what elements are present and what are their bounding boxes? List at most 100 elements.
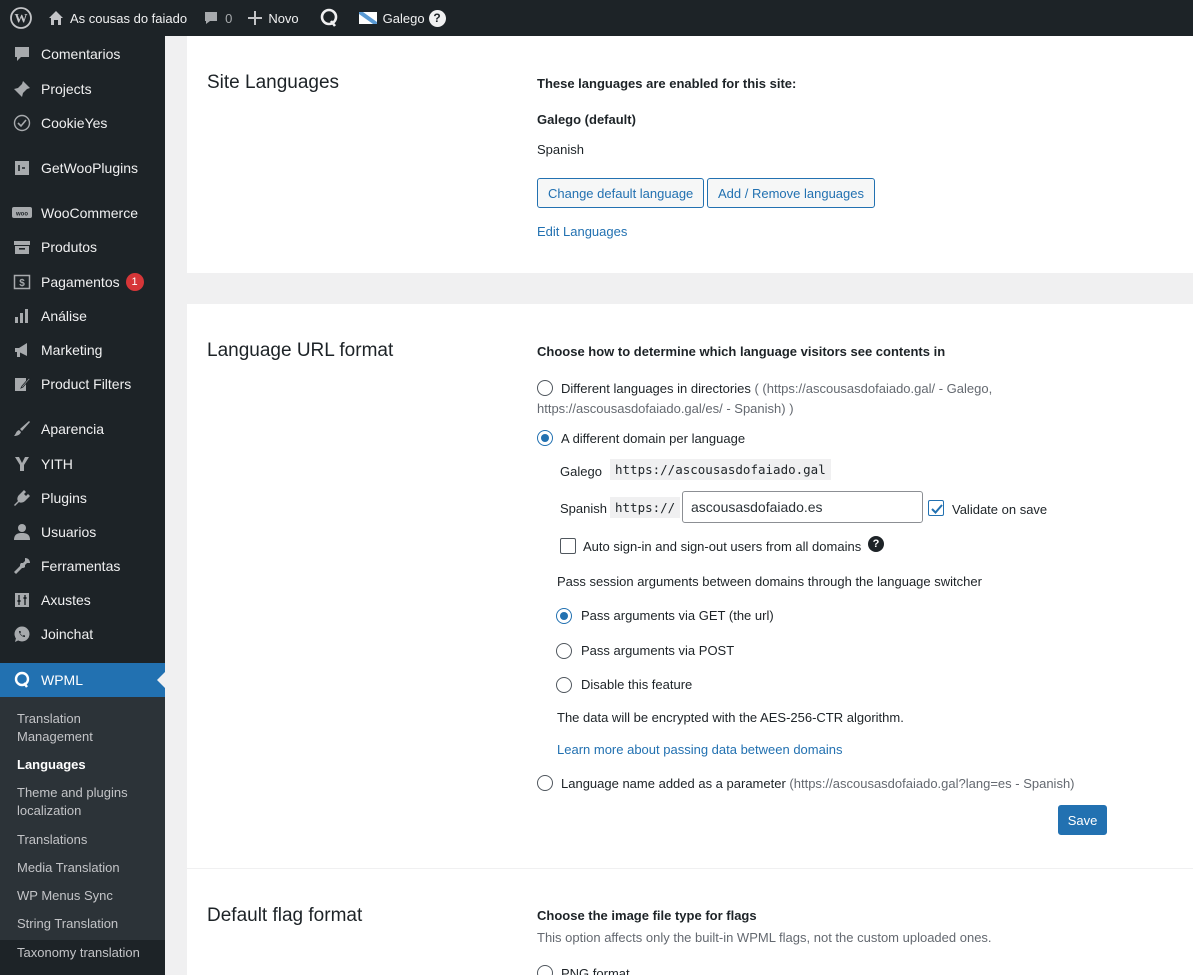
submenu-theme-plugins-localization[interactable]: Theme and plugins localization: [17, 784, 157, 820]
menu-label: Aparencia: [41, 421, 105, 437]
language-label: Galego: [382, 10, 425, 26]
menu-plugins[interactable]: Plugins: [0, 481, 165, 515]
flag-format-note: This option affects only the built-in WP…: [537, 930, 992, 945]
language-switcher[interactable]: Galego ?: [351, 0, 454, 36]
submenu-taxonomy-translation[interactable]: Taxonomy translation: [17, 944, 157, 962]
wpml-icon: [12, 670, 32, 690]
pin-icon: [12, 79, 32, 99]
menu-aparencia[interactable]: Aparencia: [0, 412, 165, 446]
menu-projects[interactable]: Projects: [0, 72, 165, 106]
radio-disable-feature[interactable]: [556, 677, 572, 693]
site-languages-panel: Site Languages These languages are enabl…: [187, 36, 1193, 273]
auto-signin-checkbox[interactable]: [560, 538, 576, 554]
change-default-language-button[interactable]: Change default language: [537, 178, 705, 208]
menu-label: Análise: [41, 308, 87, 324]
menu-analise[interactable]: Análise: [0, 299, 165, 333]
other-language: Spanish: [537, 142, 584, 157]
menu-label: YITH: [41, 456, 73, 472]
whatsapp-icon: [12, 624, 32, 644]
add-remove-languages-button[interactable]: Add / Remove languages: [707, 178, 875, 208]
submenu-string-translation[interactable]: String Translation: [17, 915, 157, 933]
enabled-languages-intro: These languages are enabled for this sit…: [537, 76, 797, 91]
url-format-intro: Choose how to determine which language v…: [537, 344, 946, 359]
submenu-media-translation[interactable]: Media Translation: [17, 859, 157, 877]
menu-woocommerce[interactable]: woo WooCommerce: [0, 196, 165, 230]
help-icon[interactable]: ?: [428, 9, 446, 27]
parameter-label: Language name added as a parameter: [561, 776, 786, 791]
menu-label: Projects: [41, 81, 92, 97]
menu-comentarios[interactable]: Comentarios: [0, 37, 165, 71]
validate-on-save-checkbox[interactable]: [928, 500, 944, 516]
menu-label: Joinchat: [41, 626, 94, 642]
submenu-languages[interactable]: Languages: [17, 756, 157, 774]
menu-marketing[interactable]: Marketing: [0, 333, 165, 367]
default-flag-format-panel: Default flag format Choose the image fil…: [187, 869, 1193, 975]
menu-yith[interactable]: YITH: [0, 447, 165, 481]
site-name-link[interactable]: As cousas do faiado: [40, 0, 195, 36]
main-content: Site Languages These languages are enabl…: [165, 36, 1193, 975]
yith-icon: [12, 454, 32, 474]
default-language: Galego (default): [537, 112, 636, 127]
menu-product-filters[interactable]: Product Filters: [0, 367, 165, 401]
woo-icon: woo: [12, 203, 32, 223]
radio-domain-per-language[interactable]: [537, 430, 553, 446]
brush-icon: [12, 419, 32, 439]
menu-wpml[interactable]: WPML: [0, 663, 165, 697]
radio-directories[interactable]: [537, 380, 553, 396]
validate-on-save-label: Validate on save: [952, 502, 1048, 517]
menu-label: Produtos: [41, 239, 98, 255]
notification-badge: 1: [125, 273, 144, 291]
archive-icon: [12, 237, 32, 257]
wp-logo-button[interactable]: W: [0, 0, 40, 36]
edit-languages-link[interactable]: Edit Languages: [537, 224, 627, 239]
encryption-text: The data will be encrypted with the AES-…: [557, 710, 904, 725]
dollar-icon: $: [12, 272, 32, 292]
plus-icon: [248, 11, 263, 25]
radio-parameter[interactable]: [537, 775, 553, 791]
plugin-box-icon: [12, 158, 32, 178]
menu-axustes[interactable]: Axustes: [0, 583, 165, 617]
save-button[interactable]: Save: [1058, 805, 1107, 835]
url-format-title: Language URL format: [207, 340, 394, 361]
directories-hint-1: ( (https://ascousasdofaiado.gal/ - Galeg…: [754, 381, 993, 396]
menu-label: Comentarios: [41, 46, 121, 62]
menu-ferramentas[interactable]: Ferramentas: [0, 549, 165, 583]
submenu-translation-management[interactable]: Translation Management: [17, 710, 157, 746]
submenu-translations[interactable]: Translations: [17, 831, 157, 849]
spanish-domain-prefix: https://: [610, 497, 681, 518]
menu-getwooplugins[interactable]: GetWooPlugins: [0, 151, 165, 185]
megaphone-icon: [12, 340, 32, 360]
learn-more-link[interactable]: Learn more about passing data between do…: [557, 742, 842, 757]
directories-option: Different languages in directories ( (ht…: [561, 381, 992, 396]
help-question-icon[interactable]: ?: [868, 536, 884, 552]
radio-pass-get[interactable]: [556, 608, 572, 624]
new-content-button[interactable]: Novo: [240, 0, 306, 36]
parameter-hint: (https://ascousasdofaiado.gal?lang=es - …: [789, 776, 1075, 791]
menu-label: Axustes: [41, 592, 91, 608]
menu-cookieyes[interactable]: CookieYes: [0, 106, 165, 140]
disable-feature-label: Disable this feature: [581, 677, 693, 692]
menu-label: Plugins: [41, 490, 87, 506]
radio-pass-post[interactable]: [556, 643, 572, 659]
menu-label: Product Filters: [41, 376, 132, 392]
menu-label: GetWooPlugins: [41, 160, 139, 176]
menu-joinchat[interactable]: Joinchat: [0, 617, 165, 651]
menu-usuarios[interactable]: Usuarios: [0, 515, 165, 549]
menu-produtos[interactable]: Produtos: [0, 230, 165, 264]
png-format-label: PNG format: [561, 966, 630, 975]
comment-icon: [12, 44, 32, 64]
radio-png-format[interactable]: [537, 965, 553, 975]
wordpress-icon: W: [10, 7, 32, 29]
menu-pagamentos[interactable]: $ Pagamentos 1: [0, 265, 165, 299]
bar-chart-icon: [12, 306, 32, 326]
comments-count: 0: [225, 10, 233, 26]
svg-text:$: $: [19, 278, 25, 289]
spanish-domain-input[interactable]: [682, 491, 923, 523]
wpml-adminbar-button[interactable]: [307, 0, 351, 36]
spanish-domain-label: Spanish: [560, 501, 607, 516]
menu-label: WPML: [41, 672, 83, 688]
comments-link[interactable]: 0: [195, 0, 240, 36]
parameter-option: Language name added as a parameter (http…: [561, 776, 1075, 791]
submenu-wp-menus-sync[interactable]: WP Menus Sync: [17, 887, 157, 905]
checkmark-icon: [931, 504, 943, 514]
